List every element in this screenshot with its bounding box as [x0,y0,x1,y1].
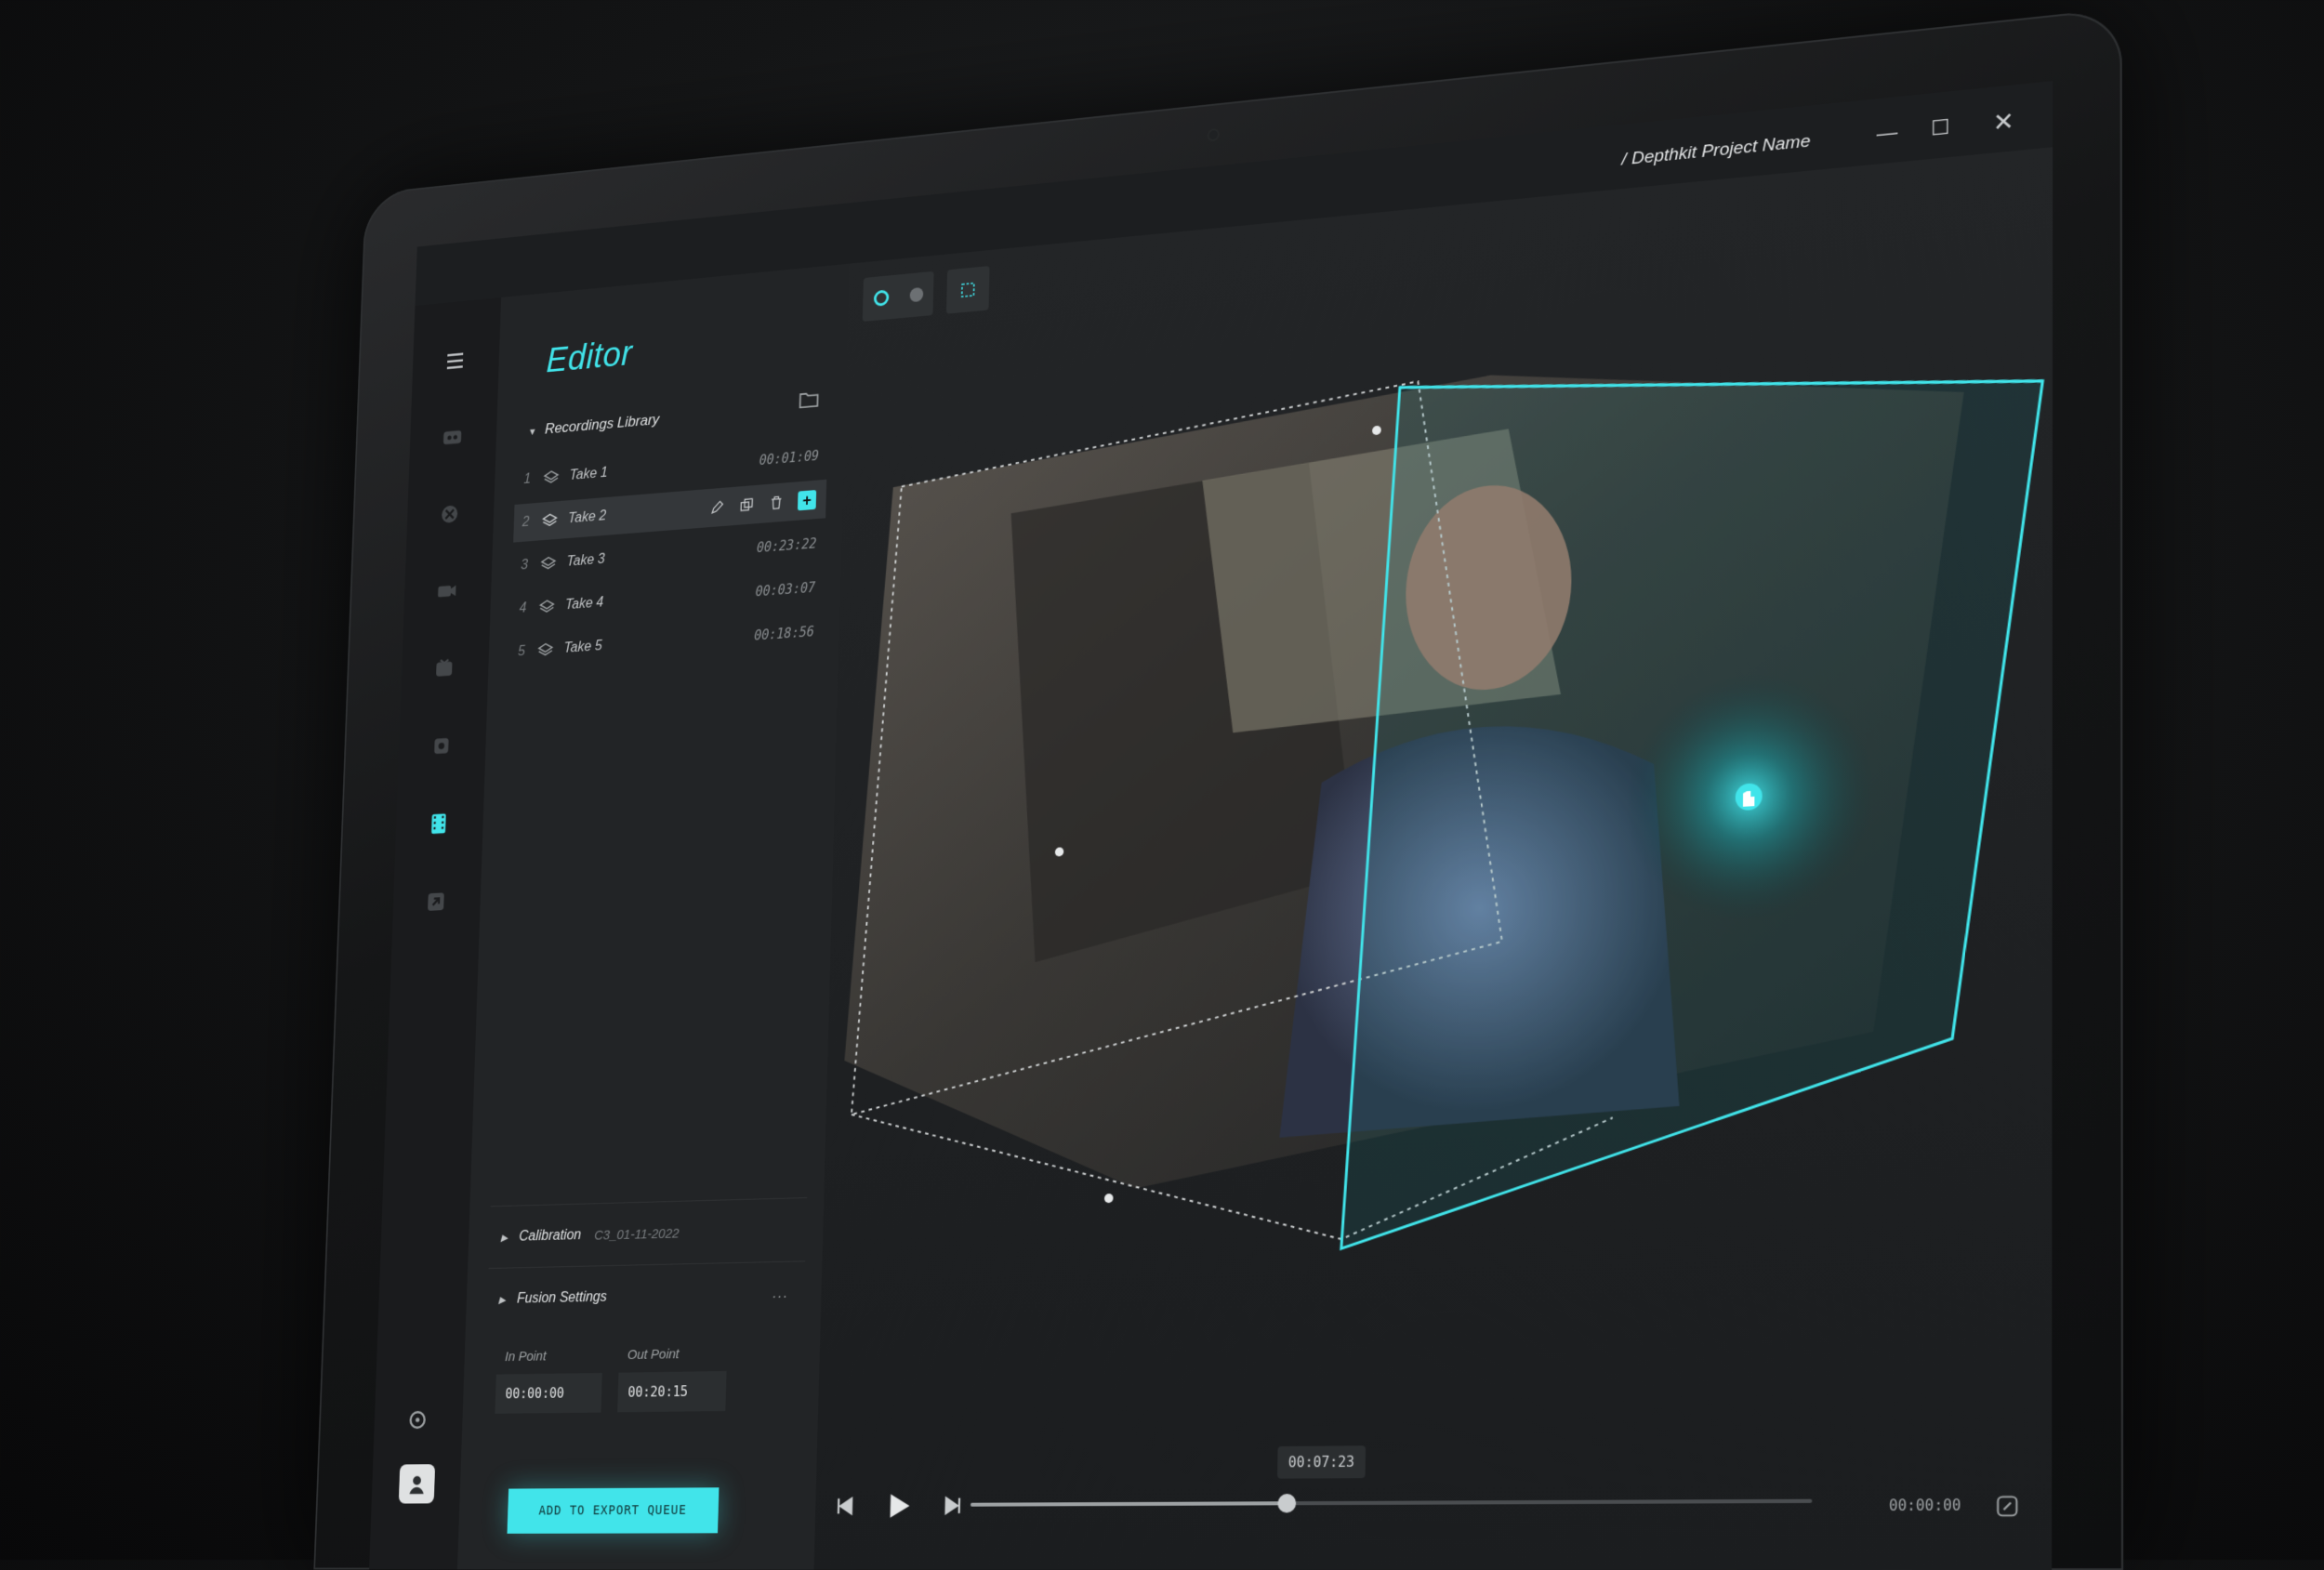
duplicate-icon[interactable] [738,495,755,514]
take-duration: 00:18:56 [754,623,815,644]
recordings-library-toggle[interactable]: ▼ Recordings Library [528,411,660,440]
in-point-label: In Point [504,1348,547,1365]
app-window: / Depthkit Project Name — ☐ ✕ Editor ▼ R… [369,81,2053,1570]
edit-icon[interactable] [708,498,725,517]
take-duration: 00:23:22 [756,535,817,556]
3d-viewport[interactable]: 00:07:23 00:00:00 [813,147,2053,1570]
chevron-right-icon: ▶ [500,1232,508,1244]
take-name: Take 5 [563,638,602,656]
timeline-progress [970,1501,1287,1507]
out-point-label: Out Point [627,1346,680,1363]
monitor-frame: / Depthkit Project Name — ☐ ✕ Editor ▼ R… [313,7,2124,1570]
camera-icon[interactable] [430,573,463,609]
take-name: Take 1 [569,465,608,483]
more-options-button[interactable]: ... [772,1286,789,1302]
layers-icon [537,510,561,531]
webcam [1208,129,1219,140]
transport-controls [832,1488,966,1524]
end-time: 00:00:00 [1888,1496,1961,1515]
box-handle[interactable] [1103,1194,1114,1204]
export-icon[interactable] [419,884,452,920]
chevron-right-icon: ▶ [498,1294,507,1306]
skip-forward-icon[interactable] [941,1493,966,1519]
maximize-button[interactable]: ☐ [1921,109,1960,146]
timeline-scrubber[interactable] [970,1493,1813,1513]
avatar[interactable] [398,1464,436,1504]
chevron-down-icon: ▼ [527,427,537,438]
layers-icon [534,640,559,660]
take-number: 5 [517,643,526,660]
film-icon[interactable] [422,806,455,842]
take-name: Take 3 [566,551,605,570]
calibration-icon[interactable] [428,650,460,686]
take-name: Take 4 [564,595,604,613]
out-point-field[interactable]: 00:20:15 [617,1371,727,1413]
current-time: 00:07:23 [1276,1445,1367,1479]
calibration-label: Calibration [519,1227,582,1245]
record-icon[interactable] [436,419,469,456]
editor-panel: Editor ▼ Recordings Library 1 Take 1 00:0… [456,263,851,1570]
timeline-handle[interactable] [1277,1493,1297,1513]
take-name: Take 2 [567,508,607,527]
page-title: Editor [546,334,633,380]
take-duration: 00:01:09 [759,447,820,468]
skip-back-icon[interactable] [832,1493,856,1519]
take-number: 4 [519,600,527,616]
take-actions: + [708,490,817,518]
calibration-section[interactable]: ▶ Calibration C3_01-11-2022 [488,1197,808,1269]
fusion-settings-label: Fusion Settings [516,1289,608,1307]
take-number: 2 [522,514,530,530]
layers-icon [539,468,563,488]
fullscreen-icon[interactable] [1993,1492,2021,1520]
settings-icon[interactable] [401,1402,434,1438]
recordings-library-label: Recordings Library [544,411,660,438]
layers-icon [535,597,559,617]
minimize-button[interactable]: — [1868,114,1907,152]
add-take-button[interactable]: + [797,490,817,511]
layers-icon [536,553,561,574]
menu-icon[interactable] [439,343,471,380]
take-number: 3 [521,557,529,574]
calibration-value: C3_01-11-2022 [593,1225,680,1243]
add-to-export-queue-button[interactable]: ADD TO EXPORT QUEUE [507,1487,720,1534]
in-point-field[interactable]: 00:00:00 [495,1372,602,1414]
fusion-settings-section[interactable]: ▶ Fusion Settings ... [486,1260,806,1331]
take-number: 1 [523,471,532,487]
pointcloud-scene[interactable] [818,140,2053,1425]
sensor-icon[interactable] [433,495,466,532]
stop-icon[interactable] [425,728,457,764]
close-button[interactable]: ✕ [1984,103,2023,141]
project-name: / Depthkit Project Name [1621,131,1811,170]
trash-icon[interactable] [768,494,785,512]
folder-icon[interactable] [797,387,821,413]
play-icon[interactable] [882,1488,916,1524]
take-duration: 00:03:07 [755,579,816,600]
